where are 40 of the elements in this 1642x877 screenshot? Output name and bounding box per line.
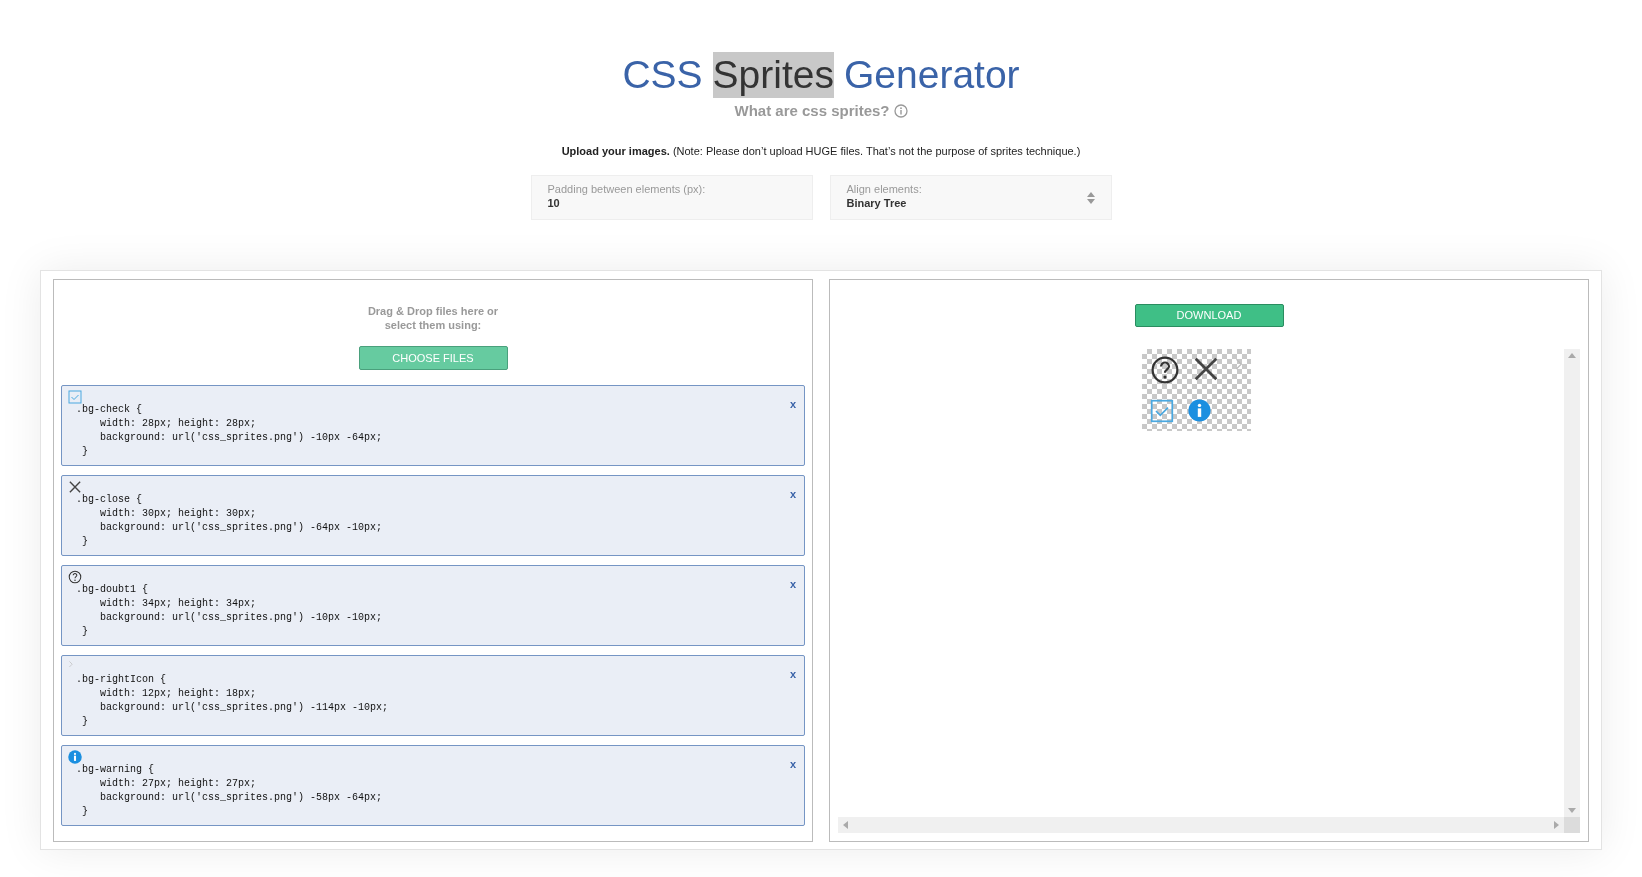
vertical-scrollbar[interactable] (1564, 349, 1580, 817)
field-value: 10 (547, 196, 561, 210)
remove-button[interactable]: x (789, 756, 796, 773)
css-code: .bg-doubt1 { width: 34px; height: 34px; background: url('css_sprites.png') -10px -10px; } (76, 583, 383, 639)
title-word: Sprites (712, 52, 834, 98)
remove-button[interactable]: x (789, 396, 796, 413)
sort-arrows-icon (1086, 191, 1095, 204)
remove-button[interactable]: x (789, 666, 796, 683)
title-word: CSS (622, 52, 703, 98)
what-are-sprites-link[interactable]: What are css sprites? (734, 100, 890, 123)
question-icon (1149, 355, 1180, 385)
upload-note: Upload your images. (Note: Please don’t upload HUGE files. That’s not the purpose of sprites technique.) (561, 143, 1081, 159)
field-label: Align elements: (846, 183, 923, 196)
field-value: Binary Tree (846, 196, 908, 210)
close-icon (68, 480, 82, 494)
checkbox-icon (68, 390, 82, 404)
chevron-right-icon (68, 660, 74, 669)
question-icon (68, 570, 82, 584)
checkbox-icon (1149, 399, 1174, 423)
css-code: .bg-check { width: 28px; height: 28px; background: url('css_sprites.png') -10px -64px; } (76, 403, 383, 459)
info-icon (1187, 399, 1211, 422)
remove-button[interactable]: x (789, 486, 796, 503)
scroll-left-icon[interactable] (843, 821, 848, 829)
info-icon (68, 750, 82, 764)
align-select[interactable]: Align elements: Binary Tree (829, 175, 1112, 220)
css-code: .bg-rightIcon { width: 12px; height: 18px; background: url('css_sprites.png') -114px -10px; } (76, 673, 389, 729)
scroll-right-icon[interactable] (1554, 821, 1559, 829)
scroll-up-icon[interactable] (1568, 353, 1576, 358)
title-word: Generator (844, 52, 1020, 98)
horizontal-scrollbar[interactable] (838, 817, 1564, 833)
padding-field[interactable]: Padding between elements (px): 10 (530, 175, 813, 220)
scroll-down-icon[interactable] (1568, 808, 1576, 813)
css-code: .bg-warning { width: 27px; height: 27px; background: url('css_sprites.png') -58px -64px; } (76, 763, 383, 819)
field-label: Padding between elements (px): (547, 183, 707, 196)
scrollbar-corner (1564, 817, 1580, 833)
css-code: .bg-close { width: 30px; height: 30px; background: url('css_sprites.png') -64px -10px; } (76, 493, 383, 549)
chevron-right-icon (1233, 357, 1244, 372)
drop-hint: Drag & Drop files here or select them using: (367, 304, 499, 332)
info-icon[interactable] (893, 104, 908, 119)
remove-button[interactable]: x (789, 576, 796, 593)
